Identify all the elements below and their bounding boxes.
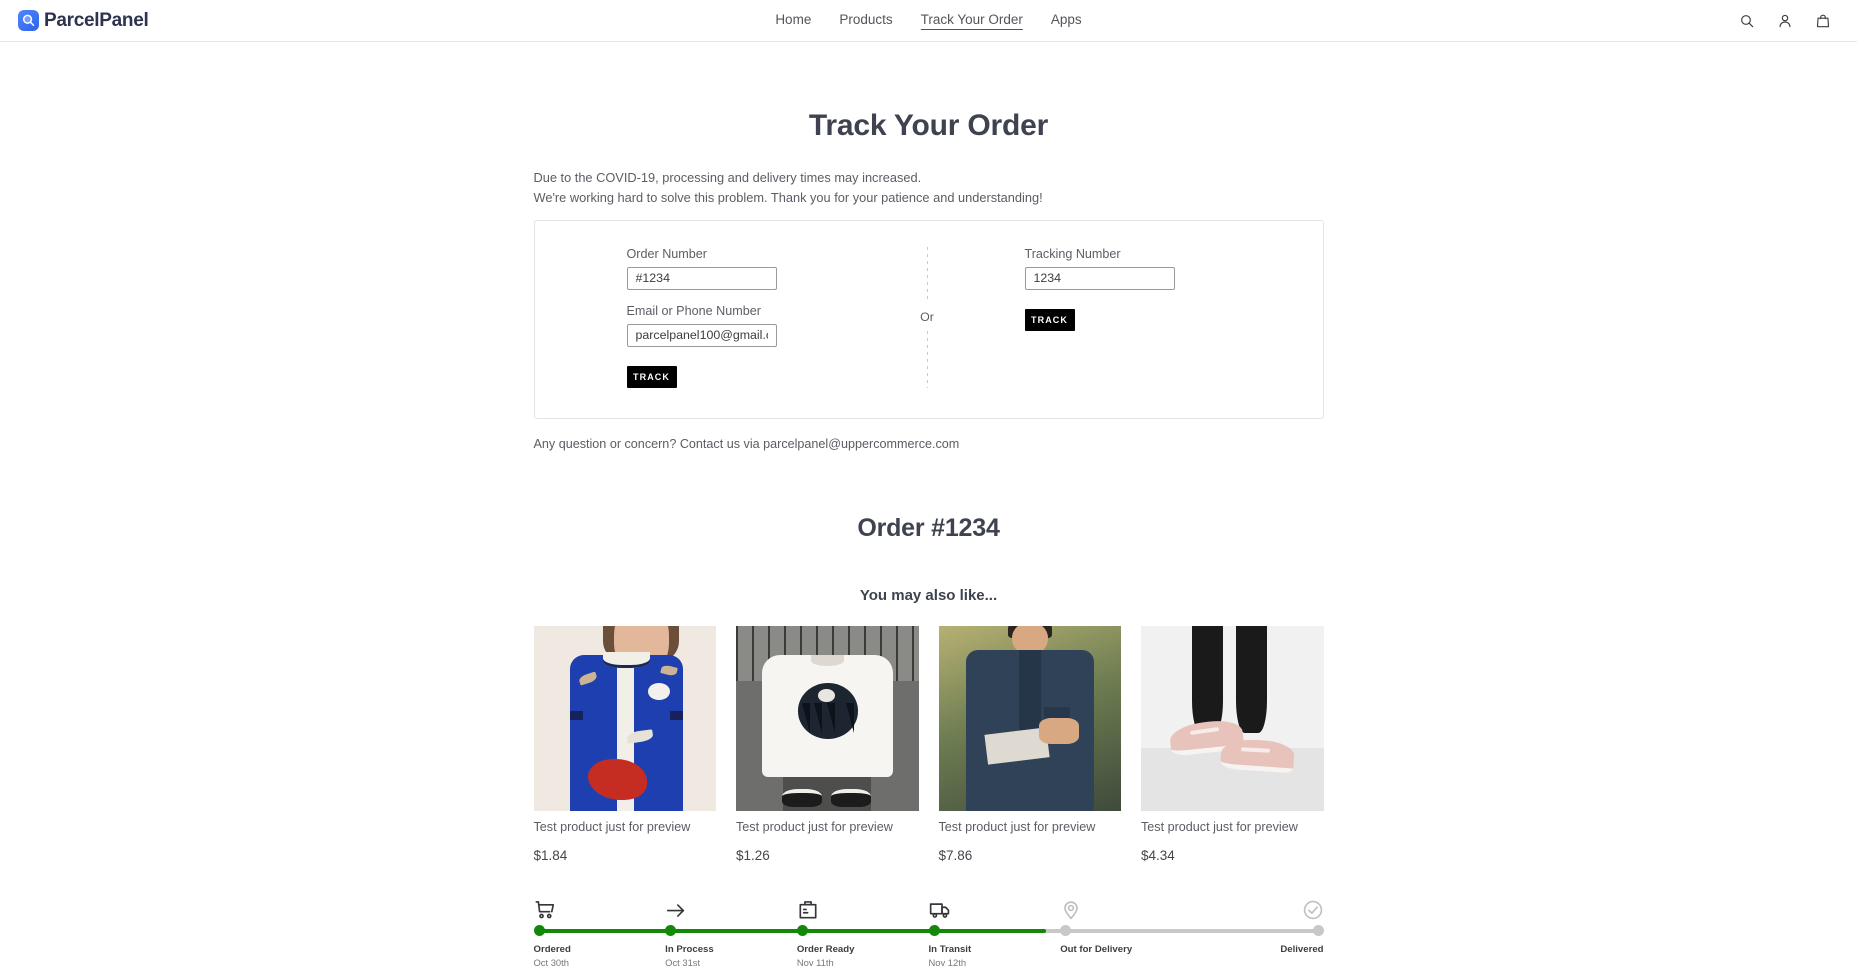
timeline-step-date: Oct 31st bbox=[665, 956, 701, 968]
product-price: $1.26 bbox=[736, 847, 770, 863]
contact-line: Any question or concern? Contact us via … bbox=[533, 436, 960, 451]
track-button-left[interactable]: TRACK bbox=[626, 365, 677, 388]
brand-name: ParcelPanel bbox=[44, 9, 149, 31]
timeline-step-label: Delivered bbox=[1280, 943, 1324, 955]
map-pin-icon bbox=[1060, 895, 1086, 921]
product-card[interactable]: Test product just for preview $1.26 bbox=[736, 625, 919, 863]
product-price: $7.86 bbox=[938, 847, 973, 863]
nav-item-products[interactable]: Products bbox=[839, 12, 892, 29]
product-image bbox=[1141, 625, 1324, 811]
magnifier-logo-icon bbox=[18, 10, 39, 31]
product-card[interactable]: Test product just for preview $4.34 bbox=[1141, 625, 1324, 863]
or-label: Or bbox=[920, 303, 934, 332]
product-title: Test product just for preview bbox=[736, 819, 893, 834]
delivery-truck-icon bbox=[929, 895, 955, 921]
track-form-card: Order Number Email or Phone Number TRACK… bbox=[533, 219, 1324, 419]
tracking-number-column: Tracking Number TRACK bbox=[930, 247, 1323, 388]
order-number-field: Order Number bbox=[626, 246, 925, 290]
order-number-label: Order Number bbox=[626, 246, 707, 261]
timeline-dot bbox=[665, 924, 677, 936]
product-price: $4.34 bbox=[1141, 847, 1175, 863]
timeline-step-date: Oct 30th bbox=[533, 956, 569, 968]
or-divider: Or bbox=[920, 246, 934, 388]
nav-item-apps[interactable]: Apps bbox=[1051, 12, 1082, 29]
package-box-icon bbox=[797, 895, 823, 921]
divider-dashed-line-bottom bbox=[926, 331, 928, 388]
timeline-progress-bar bbox=[537, 928, 1046, 933]
product-image bbox=[736, 625, 919, 811]
tracking-number-field: Tracking Number bbox=[1024, 246, 1323, 290]
tracking-number-label: Tracking Number bbox=[1024, 246, 1121, 261]
email-or-phone-input[interactable] bbox=[626, 323, 777, 347]
arrow-right-icon bbox=[665, 895, 691, 921]
timeline-step-label: Order Ready bbox=[796, 943, 855, 955]
order-title: Order #1234 bbox=[857, 513, 1000, 542]
account-icon[interactable] bbox=[1777, 13, 1793, 29]
product-title: Test product just for preview bbox=[938, 819, 1096, 834]
product-image bbox=[938, 625, 1121, 811]
nav-item-home[interactable]: Home bbox=[775, 12, 811, 29]
page-title: Track Your Order bbox=[808, 109, 1049, 142]
navy-pajama-set-image bbox=[938, 625, 1121, 811]
timeline-step-label: Out for Delivery bbox=[1060, 943, 1133, 955]
product-card[interactable]: Test product just for preview $1.84 bbox=[533, 625, 716, 863]
email-or-phone-field: Email or Phone Number bbox=[626, 303, 925, 347]
content-wrapper: Track Your Order Due to the COVID-19, pr… bbox=[533, 42, 1324, 968]
nav-item-track-your-order[interactable]: Track Your Order bbox=[920, 12, 1023, 30]
recommendations-title: You may also like... bbox=[859, 586, 998, 604]
site-header: ParcelPanel Home Products Track Your Ord… bbox=[0, 0, 1857, 42]
timeline-step-label: Ordered bbox=[533, 943, 571, 955]
header-actions bbox=[1739, 13, 1839, 29]
page-body: Track Your Order Due to the COVID-19, pr… bbox=[0, 42, 1857, 977]
brand-logo[interactable]: ParcelPanel bbox=[18, 9, 149, 32]
notice-line-1: Due to the COVID-19, processing and deli… bbox=[533, 170, 922, 185]
timeline-dot bbox=[1060, 924, 1072, 936]
covid-notice: Due to the COVID-19, processing and deli… bbox=[533, 170, 1324, 206]
divider-dashed-line-top bbox=[926, 246, 928, 304]
track-button-right[interactable]: TRACK bbox=[1024, 308, 1075, 331]
timeline-step-date: Nov 11th bbox=[796, 956, 834, 968]
blue-patterned-shirt-image bbox=[533, 625, 716, 811]
product-card[interactable]: Test product just for preview $7.86 bbox=[938, 625, 1121, 863]
product-price: $1.84 bbox=[533, 847, 568, 863]
cart-icon[interactable] bbox=[1815, 13, 1831, 29]
timeline-step-label: In Process bbox=[665, 943, 714, 955]
main-navigation: Home Products Track Your Order Apps bbox=[775, 12, 1082, 30]
tracking-number-input[interactable] bbox=[1024, 266, 1175, 290]
timeline-dot bbox=[533, 924, 545, 936]
white-forest-print-tee-image bbox=[736, 625, 919, 811]
shopping-cart-icon bbox=[534, 895, 560, 921]
order-number-input[interactable] bbox=[626, 266, 777, 290]
check-circle-icon bbox=[1298, 895, 1324, 921]
pink-sneakers-image bbox=[1141, 625, 1324, 811]
search-icon[interactable] bbox=[1739, 13, 1755, 29]
notice-line-2: We're working hard to solve this problem… bbox=[533, 189, 1043, 205]
product-title: Test product just for preview bbox=[533, 819, 691, 834]
order-lookup-column: Order Number Email or Phone Number TRACK bbox=[535, 247, 925, 388]
recommended-products-grid: Test product just for preview $1.84 Test… bbox=[533, 625, 1324, 863]
timeline-step-label: In Transit bbox=[928, 943, 972, 955]
email-or-phone-label: Email or Phone Number bbox=[626, 303, 761, 318]
product-image bbox=[533, 625, 716, 811]
timeline-dot bbox=[796, 924, 808, 936]
timeline-dot bbox=[1312, 924, 1324, 936]
timeline-step-date: Nov 12th bbox=[928, 956, 967, 968]
timeline-dot bbox=[928, 924, 940, 936]
fulfillment-timeline: Ordered Oct 30th In Process Oct 31st Ord… bbox=[533, 895, 1324, 968]
product-title: Test product just for preview bbox=[1141, 819, 1298, 834]
